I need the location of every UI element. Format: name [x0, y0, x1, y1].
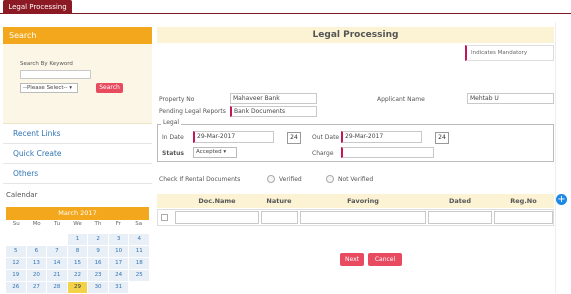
sidebar-item-quick-create[interactable]: Quick Create — [3, 144, 152, 164]
col-nature: Nature — [266, 197, 292, 205]
pending-reports-label: Pending Legal Reports — [159, 108, 226, 115]
calendar-day[interactable]: 2 — [88, 234, 108, 245]
tab-bar — [0, 0, 571, 14]
calendar-day[interactable]: 1 — [67, 234, 88, 245]
calendar-empty-cell — [6, 234, 26, 245]
reg-no-input[interactable] — [494, 211, 553, 224]
calendar-day[interactable]: 15 — [67, 258, 88, 269]
calendar-day[interactable]: 10 — [108, 246, 129, 257]
verified-label: Verified — [279, 176, 302, 183]
calendar-day[interactable]: 26 — [6, 282, 26, 293]
col-favoring: Favoring — [347, 197, 379, 205]
next-button[interactable]: Next — [340, 253, 364, 266]
search-button[interactable]: Search — [96, 83, 123, 93]
status-label: Status — [162, 150, 184, 157]
calendar-day[interactable]: 16 — [88, 258, 108, 269]
calendar-day[interactable]: 3 — [108, 234, 129, 245]
sidebar-item-recent-links[interactable]: Recent Links — [3, 124, 152, 144]
property-no-label: Property No — [159, 96, 195, 103]
calendar-day[interactable]: 4 — [129, 234, 149, 245]
calendar-day[interactable]: 13 — [26, 258, 47, 269]
calendar-day[interactable]: 9 — [88, 246, 108, 257]
calendar-day[interactable]: 5 — [6, 246, 26, 257]
calendar-empty-cell — [47, 234, 67, 245]
search-keyword-label: Search By Keyword — [20, 61, 73, 67]
calendar-empty-cell — [27, 234, 47, 245]
search-header: Search — [3, 27, 152, 44]
calendar-weekdays: Su Mo Tu We Th Fr Sa — [6, 221, 149, 231]
not-verified-label: Not Verified — [338, 176, 374, 183]
calendar-day[interactable]: 24 — [108, 270, 129, 281]
weekday-label: Fr — [115, 221, 121, 227]
calendar-day[interactable]: 25 — [129, 270, 149, 281]
rental-docs-label: Check If Rental Documents — [159, 176, 241, 183]
in-date-label: In Date — [162, 134, 184, 141]
calendar-day[interactable]: 14 — [47, 258, 67, 269]
out-date-label: Out Date — [312, 134, 340, 141]
in-date-field[interactable]: 29-Mar-2017 — [193, 131, 274, 143]
calendar-grid: 1 2 3 4 5 6 7 8 9 10 11 12 13 14 15 16 17 18 19 20 21 22 23 24 2… — [6, 234, 149, 294]
calendar-day[interactable]: 17 — [108, 258, 129, 269]
mandatory-indicator: Indicates Mandatory — [465, 45, 554, 61]
calendar-empty-cell — [129, 282, 149, 293]
doc-name-input[interactable] — [175, 211, 259, 224]
weekday-label: Sa — [135, 221, 143, 227]
calendar-day[interactable]: 28 — [47, 282, 67, 293]
calendar-day[interactable]: 23 — [88, 270, 108, 281]
in-date-calendar-icon[interactable]: 24 — [287, 132, 301, 144]
col-reg-no: Reg.No — [510, 197, 537, 205]
calendar-day[interactable]: 8 — [67, 246, 88, 257]
calendar-day[interactable]: 30 — [88, 282, 108, 293]
calendar-day[interactable]: 29 — [67, 282, 88, 293]
pending-reports-field[interactable]: Bank Documents — [230, 106, 317, 117]
calendar-month: March 2017 — [6, 207, 149, 220]
weekday-label: Mo — [32, 221, 41, 227]
calendar-day[interactable]: 7 — [47, 246, 67, 257]
charge-label: Charge — [312, 150, 334, 157]
status-select[interactable]: Accepted ▾ — [193, 147, 237, 158]
calendar-title: Calendar — [6, 191, 38, 199]
favoring-input[interactable] — [300, 211, 426, 224]
divider — [555, 22, 556, 293]
calendar-day[interactable]: 6 — [26, 246, 47, 257]
out-date-calendar-icon[interactable]: 24 — [435, 132, 449, 144]
search-select[interactable]: --Please Select-- ▾ — [20, 83, 78, 93]
calendar-day[interactable]: 27 — [26, 282, 47, 293]
calendar-day[interactable]: 31 — [108, 282, 129, 293]
verified-radio[interactable] — [267, 175, 275, 183]
calendar-day[interactable]: 11 — [129, 246, 149, 257]
sidebar-item-others[interactable]: Others — [3, 164, 152, 184]
calendar-day[interactable]: 12 — [6, 258, 26, 269]
calendar-day[interactable]: 22 — [67, 270, 88, 281]
legal-legend: Legal — [161, 119, 182, 126]
col-doc-name: Doc.Name — [198, 197, 236, 205]
cancel-button[interactable]: Cancel — [368, 253, 402, 266]
weekday-label: Tu — [54, 221, 61, 227]
nature-input[interactable] — [261, 211, 298, 224]
calendar-day[interactable]: 21 — [47, 270, 67, 281]
col-dated: Dated — [449, 197, 471, 205]
out-date-field[interactable]: 29-Mar-2017 — [341, 131, 422, 143]
calendar-day[interactable]: 20 — [26, 270, 47, 281]
weekday-label: Th — [94, 221, 102, 227]
weekday-label: Su — [12, 221, 20, 227]
page-title: Legal Processing — [157, 27, 554, 43]
calendar-day[interactable]: 18 — [129, 258, 149, 269]
row-checkbox[interactable] — [161, 214, 168, 221]
search-keyword-input[interactable] — [20, 70, 91, 79]
calendar-day[interactable]: 19 — [6, 270, 26, 281]
dated-input[interactable] — [428, 211, 492, 224]
property-no-field[interactable]: Mahaveer Bank — [230, 93, 317, 104]
charge-field[interactable] — [341, 147, 434, 158]
applicant-name-label: Applicant Name — [377, 96, 425, 103]
add-row-icon[interactable]: + — [556, 194, 567, 205]
weekday-label: We — [73, 221, 82, 227]
not-verified-radio[interactable] — [326, 175, 334, 183]
tab-legal-processing[interactable]: Legal Processing — [3, 0, 72, 14]
applicant-name-field[interactable]: Mehtab U — [467, 93, 554, 104]
